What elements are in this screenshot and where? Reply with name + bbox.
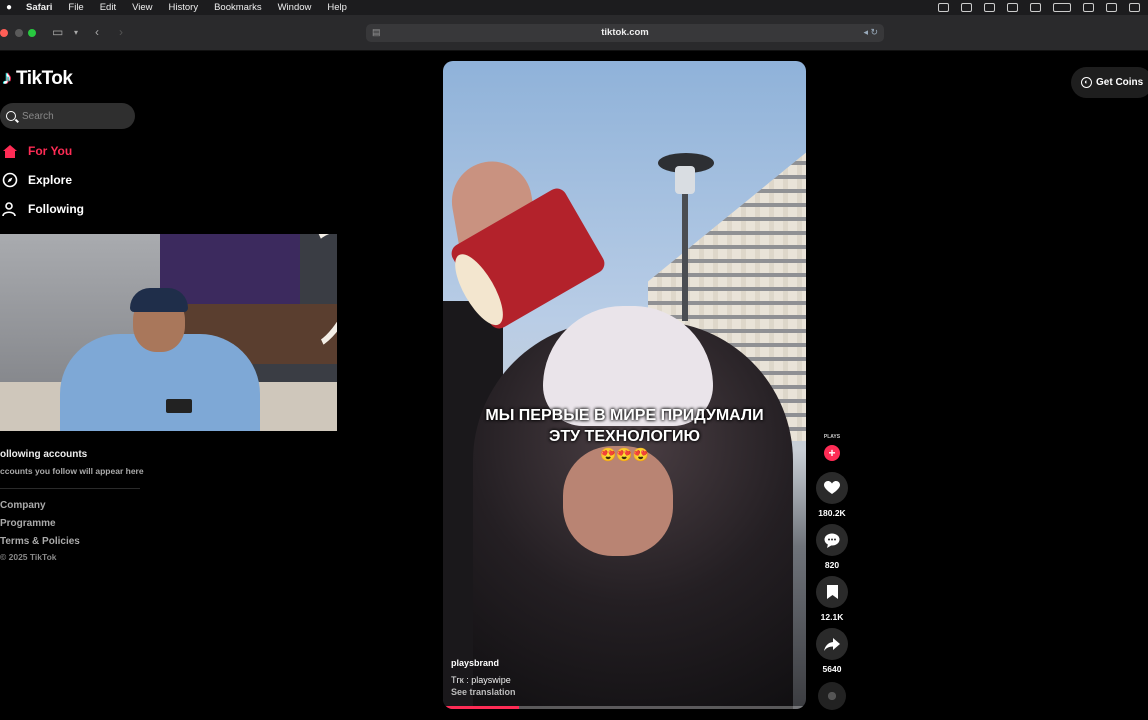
divider <box>0 488 140 489</box>
display-icon[interactable] <box>984 3 995 12</box>
follow-plus-button[interactable]: + <box>824 445 840 461</box>
video-author[interactable]: playsbrand <box>451 658 499 668</box>
back-icon[interactable]: ‹ <box>95 25 99 39</box>
reload-icon[interactable]: ◂ ↻ <box>863 27 878 38</box>
share-icon[interactable] <box>816 628 848 660</box>
footer-link-programme[interactable]: Programme <box>0 518 56 529</box>
zoom-window-icon[interactable] <box>28 29 36 37</box>
nav-explore[interactable]: Explore <box>2 172 72 188</box>
nav-label: Explore <box>28 173 73 187</box>
browser-toolbar: ▭ ▾ ‹ › ▤ tiktok.com ◂ ↻ <box>0 15 1148 51</box>
following-icon <box>2 201 18 217</box>
volume-icon[interactable] <box>961 3 972 12</box>
bookmark-icon[interactable] <box>816 576 848 608</box>
close-window-icon[interactable] <box>0 29 8 37</box>
wifi-icon[interactable] <box>1083 3 1094 12</box>
footer-link-company[interactable]: Company <box>0 500 46 511</box>
menu-help[interactable]: Help <box>319 2 355 13</box>
menu-view[interactable]: View <box>124 2 160 13</box>
menu-window[interactable]: Window <box>270 2 320 13</box>
get-coins-label: Get Coins <box>1096 77 1144 88</box>
nav-for-you[interactable]: For You <box>2 143 72 159</box>
status-icon[interactable] <box>938 3 949 12</box>
sidebar-toggle-icon[interactable]: ▭ <box>52 25 63 39</box>
home-icon <box>2 143 18 159</box>
address-bar[interactable]: ▤ tiktok.com ◂ ↻ <box>366 24 884 42</box>
music-disc-icon[interactable] <box>818 682 846 710</box>
comment-icon[interactable] <box>816 524 848 556</box>
forward-icon[interactable]: › <box>119 25 123 39</box>
footer-link-terms[interactable]: Terms & Policies <box>0 536 80 547</box>
menu-edit[interactable]: Edit <box>92 2 124 13</box>
share-action[interactable]: 5640 <box>816 628 848 674</box>
copyright: © 2025 TikTok <box>0 552 57 562</box>
search-icon <box>6 111 16 121</box>
nav-label: For You <box>28 144 73 158</box>
caption-line-2: ЭТУ ТЕХНОЛОГИЮ <box>548 428 700 445</box>
tiktok-note-icon: ♪ <box>2 67 12 89</box>
video-progress-fill <box>443 706 520 709</box>
caption-emoji: 😍😍😍 <box>600 447 649 462</box>
play-icon[interactable] <box>1030 3 1041 12</box>
comment-action[interactable]: 820 <box>816 524 848 570</box>
share-count: 5640 <box>822 664 842 674</box>
calendar-icon[interactable] <box>1007 3 1018 12</box>
video-progress-bar[interactable] <box>443 706 806 709</box>
webcam-overlay <box>0 234 337 431</box>
apple-menu-icon[interactable]: ● <box>0 2 18 13</box>
save-action[interactable]: 12.1K <box>816 576 848 622</box>
tiktok-wordmark: TikTok <box>16 67 73 89</box>
control-center-icon[interactable] <box>1129 3 1140 12</box>
save-count: 12.1K <box>820 612 844 622</box>
see-translation-link[interactable]: See translation <box>451 687 516 697</box>
menu-file[interactable]: File <box>60 2 91 13</box>
following-accounts-title: ollowing accounts <box>0 449 88 460</box>
creator-avatar[interactable]: PLAYS <box>822 434 842 440</box>
tiktok-logo[interactable]: ♪ TikTok <box>2 67 73 90</box>
menu-app[interactable]: Safari <box>18 2 60 13</box>
menu-bookmarks[interactable]: Bookmarks <box>206 2 270 13</box>
like-action[interactable]: 180.2K <box>816 472 848 518</box>
following-accounts-subtitle: ccounts you follow will appear here <box>0 466 144 476</box>
macos-menubar: ● Safari File Edit View History Bookmark… <box>0 0 1148 15</box>
battery-icon[interactable] <box>1053 3 1071 12</box>
coin-icon: ◐ <box>1081 77 1092 88</box>
get-coins-button[interactable]: ◐ Get Coins <box>1071 67 1148 98</box>
comment-count: 820 <box>824 560 840 570</box>
like-count: 180.2K <box>818 508 846 518</box>
heart-icon[interactable] <box>816 472 848 504</box>
nav-following[interactable]: Following <box>2 201 84 217</box>
video-description: Тгк : playswipe <box>451 675 511 685</box>
menu-history[interactable]: History <box>161 2 207 13</box>
menubar-status-icons <box>938 0 1140 15</box>
search-icon[interactable] <box>1106 3 1117 12</box>
nav-label: Following <box>28 202 84 216</box>
chevron-down-icon[interactable]: ▾ <box>74 28 78 37</box>
compass-icon <box>2 172 18 188</box>
search-box[interactable] <box>0 103 135 129</box>
video-player[interactable]: МЫ ПЕРВЫЕ В МИРЕ ПРИДУМАЛИ ЭТУ ТЕХНОЛОГИ… <box>443 61 806 709</box>
search-input[interactable] <box>22 110 122 122</box>
caption-line-1: МЫ ПЕРВЫЕ В МИРЕ ПРИДУМАЛИ <box>485 407 764 424</box>
address-url: tiktok.com <box>601 27 649 38</box>
minimize-window-icon[interactable] <box>15 29 23 37</box>
video-caption: МЫ ПЕРВЫЕ В МИРЕ ПРИДУМАЛИ ЭТУ ТЕХНОЛОГИ… <box>443 405 806 447</box>
